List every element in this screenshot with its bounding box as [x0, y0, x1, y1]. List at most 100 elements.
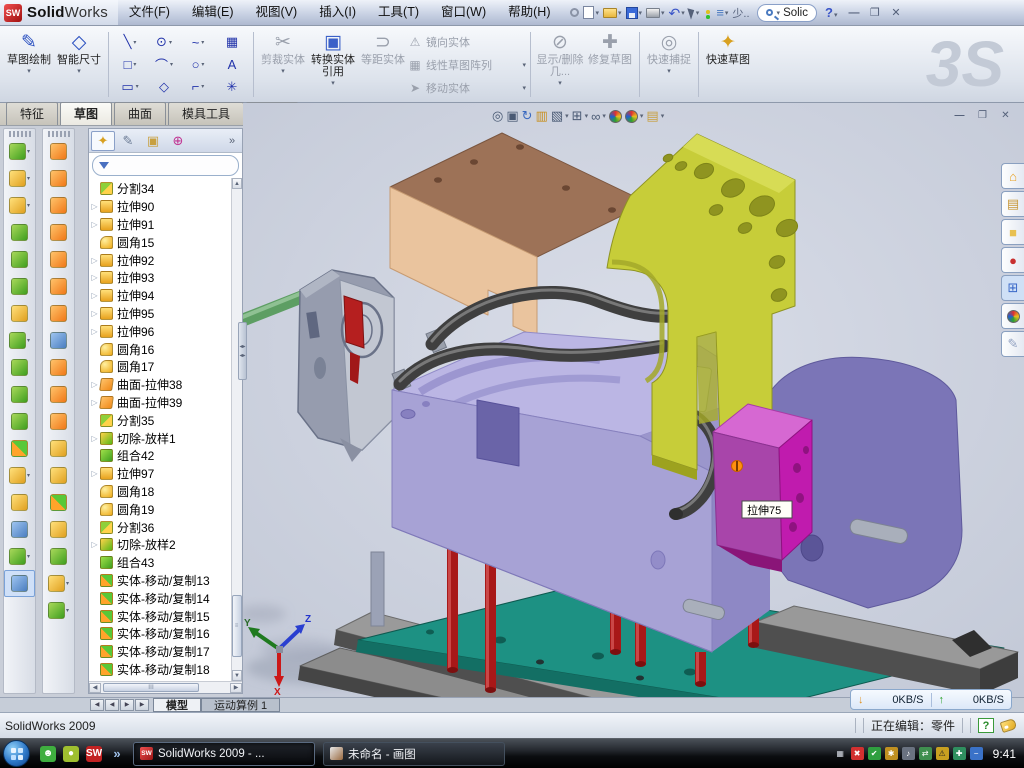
menu-item-3[interactable]: 插入(I): [308, 0, 367, 25]
rotate-view-button[interactable]: ↻: [522, 108, 533, 124]
tree-item[interactable]: ▷拉伸93: [89, 269, 231, 287]
shell-button[interactable]: [4, 273, 35, 300]
tree-item[interactable]: 实体-移动/复制18: [89, 661, 231, 679]
arc-button[interactable]: ⌒▾: [147, 53, 181, 75]
apply-scene-button[interactable]: ▾: [625, 110, 644, 123]
minimize-button[interactable]: —: [845, 5, 862, 20]
scroll-left-button[interactable]: ◀: [89, 683, 101, 693]
tab-nav-3[interactable]: ▶: [135, 699, 149, 711]
tree-item[interactable]: 圆角16: [89, 340, 231, 358]
tab-nav-2[interactable]: ▶: [120, 699, 134, 711]
tree-item[interactable]: 圆角18: [89, 483, 231, 501]
options-list-button[interactable]: ≡▾: [715, 3, 729, 23]
quick-tips-icon[interactable]: ?: [978, 718, 994, 733]
tree-item[interactable]: 实体-移动/复制16: [89, 625, 231, 643]
tray-badge-icon[interactable]: ✱: [885, 747, 898, 760]
curve-button[interactable]: ▾: [4, 543, 35, 570]
tree-item[interactable]: 分割35: [89, 411, 231, 429]
reference-axis-button[interactable]: [4, 516, 35, 543]
featuremanager-tab[interactable]: ✦: [91, 131, 115, 151]
tree-item[interactable]: ▷曲面-拉伸39: [89, 394, 231, 412]
measure-button[interactable]: [4, 570, 35, 597]
tray-warning-icon[interactable]: ⚠: [936, 747, 949, 760]
revolved-surface-button[interactable]: [43, 165, 74, 192]
tab-sketch[interactable]: 草图: [60, 102, 112, 125]
point-button[interactable]: ✳: [215, 76, 249, 98]
extruded-boss-button[interactable]: ▾: [4, 138, 35, 165]
tree-item[interactable]: ▷切除-放样2: [89, 536, 231, 554]
panel-splitter-handle[interactable]: ◂▸◂▸: [238, 322, 247, 380]
custom-properties-tab[interactable]: ✎: [1001, 331, 1024, 357]
tab-nav-0[interactable]: ◀: [90, 699, 104, 711]
tree-item[interactable]: ▷拉伸91: [89, 216, 231, 234]
tree-item[interactable]: 组合42: [89, 447, 231, 465]
tree-item[interactable]: ▷切除-放样1: [89, 429, 231, 447]
delete-hole-button[interactable]: [43, 408, 74, 435]
menu-item-4[interactable]: 工具(T): [367, 0, 430, 25]
tree-item[interactable]: ▷拉伸95: [89, 305, 231, 323]
tree-item[interactable]: 实体-移动/复制17: [89, 643, 231, 661]
sketch-button[interactable]: ✎草图绘制▾: [4, 29, 54, 100]
media-icon[interactable]: ●: [63, 746, 79, 762]
polygon-button[interactable]: ◇: [147, 76, 181, 98]
knit-surface-button[interactable]: [43, 354, 74, 381]
shaded-contour-button[interactable]: ▦: [215, 31, 249, 53]
tree-item[interactable]: ▷拉伸90: [89, 198, 231, 216]
lofted-surface-button[interactable]: [43, 138, 74, 165]
search-box[interactable]: ▾ Solic: [757, 4, 817, 22]
restore-button[interactable]: ❐: [866, 5, 883, 20]
scroll-thumb[interactable]: ⦀⦀: [103, 683, 199, 692]
view-palette-tab[interactable]: ⊞: [1001, 275, 1024, 301]
tree-item[interactable]: 实体-移动/复制14: [89, 589, 231, 607]
planar-surface-button[interactable]: [43, 300, 74, 327]
toolbar-grip[interactable]: [48, 131, 70, 137]
scroll-up-button[interactable]: ▲: [232, 178, 242, 189]
menu-item-5[interactable]: 窗口(W): [430, 0, 497, 25]
swept-boss-button[interactable]: [4, 219, 35, 246]
tab-surfaces[interactable]: 曲面: [114, 102, 166, 125]
tree-item[interactable]: 圆角15: [89, 233, 231, 251]
extend-surface-button[interactable]: [43, 327, 74, 354]
tray-eject-icon[interactable]: −: [970, 747, 983, 760]
tray-network-icon[interactable]: ⇄: [919, 747, 932, 760]
edit-appearance-button[interactable]: [609, 110, 622, 123]
tree-item[interactable]: 实体-移动/复制13: [89, 572, 231, 590]
move-bodies-button[interactable]: [4, 381, 35, 408]
tree-item[interactable]: ▷曲面-拉伸38: [89, 376, 231, 394]
convert-entities-button[interactable]: ▣转换实体引用▾: [308, 29, 358, 100]
reference-plane-button[interactable]: [4, 489, 35, 516]
motion-study-tab[interactable]: 运动算例 1: [201, 698, 280, 712]
tree-vertical-scrollbar[interactable]: ▲ ≡ ▼: [231, 178, 242, 681]
tree-item[interactable]: 圆角17: [89, 358, 231, 376]
propertymanager-tab[interactable]: ✎: [116, 131, 140, 151]
zoom-fit-button[interactable]: ◎: [492, 108, 503, 124]
tree-item[interactable]: ▷拉伸92: [89, 251, 231, 269]
tree-item[interactable]: 实体-移动/复制15: [89, 607, 231, 625]
tray-volume-icon[interactable]: ♪: [902, 747, 915, 760]
trim-surface-button[interactable]: [43, 462, 74, 489]
menu-item-2[interactable]: 视图(V): [245, 0, 309, 25]
tab-features[interactable]: 特征: [6, 102, 58, 125]
search-dropdown-caret[interactable]: ▾: [777, 9, 781, 17]
rectangle-button[interactable]: □▾: [113, 53, 147, 75]
rapid-sketch-button[interactable]: ✦快速草图: [703, 29, 753, 100]
reference-point-button[interactable]: ▾: [4, 462, 35, 489]
lofted-boss-button[interactable]: [4, 246, 35, 273]
spline-curve-button[interactable]: ▾: [43, 597, 74, 624]
section-view-button[interactable]: ▥: [536, 108, 548, 124]
circle-button[interactable]: ⊙▾: [147, 31, 181, 53]
dimxpertmanager-tab[interactable]: ⊕: [166, 131, 190, 151]
fillet-surface-button[interactable]: [43, 381, 74, 408]
voice-label-button[interactable]: 少..: [731, 3, 750, 23]
tag-icon[interactable]: [1000, 718, 1018, 733]
smart-dim-button[interactable]: ◇智能尺寸▾: [54, 29, 104, 100]
tabs-overflow-chevron[interactable]: »: [224, 131, 240, 151]
fillet-button[interactable]: ▾: [4, 192, 35, 219]
untrim-surface-button[interactable]: [43, 435, 74, 462]
display-style-button[interactable]: ▧▾: [551, 108, 569, 124]
scroll-thumb[interactable]: ≡: [232, 595, 242, 657]
open-folder-button[interactable]: ▾: [602, 3, 623, 23]
reference-geometry-button[interactable]: ▾: [43, 570, 74, 597]
help-button[interactable]: ?▾: [825, 5, 837, 20]
configurationmanager-tab[interactable]: ▣: [141, 131, 165, 151]
